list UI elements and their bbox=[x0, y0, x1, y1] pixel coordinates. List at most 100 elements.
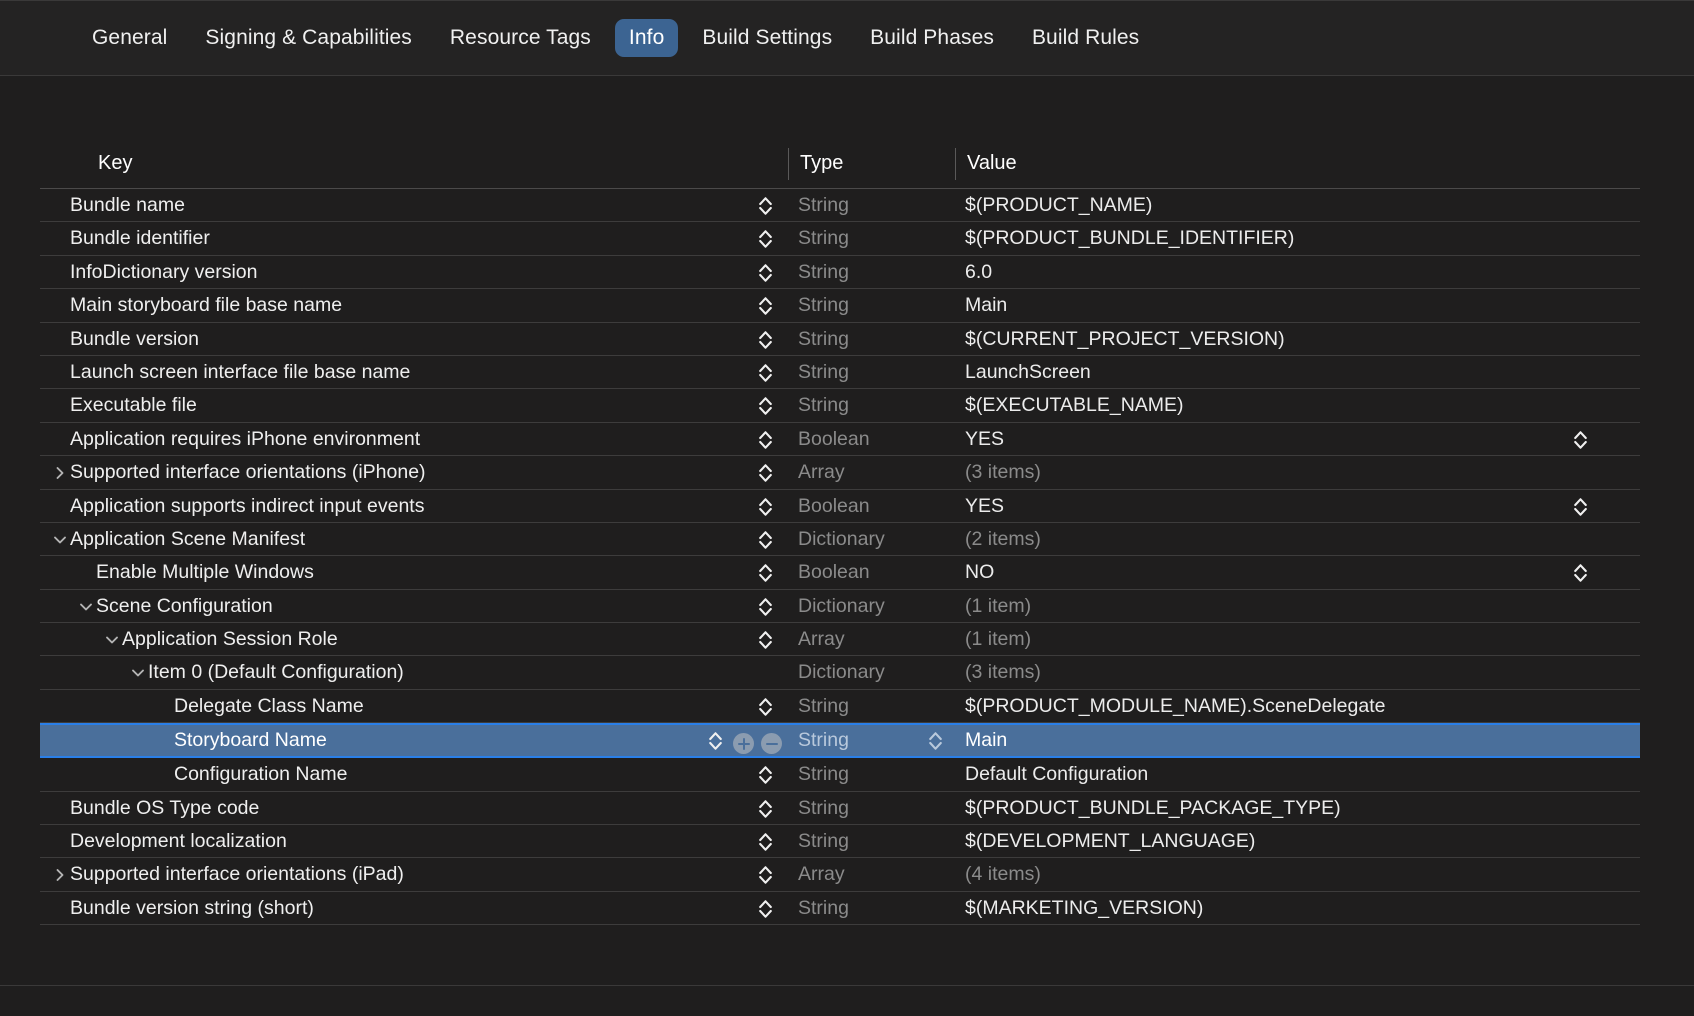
table-row[interactable]: Scene Configuration Dictionary (1 item) bbox=[40, 590, 1640, 624]
row-type-label[interactable]: Dictionary bbox=[798, 661, 885, 684]
row-key-label[interactable]: Launch screen interface file base name bbox=[70, 361, 410, 384]
row-key-label[interactable]: Application supports indirect input even… bbox=[70, 495, 424, 518]
row-type-label[interactable]: String bbox=[798, 194, 849, 217]
boolean-stepper-icon[interactable] bbox=[1573, 562, 1588, 584]
tab-info[interactable]: Info bbox=[614, 19, 679, 57]
key-stepper-icon[interactable] bbox=[758, 462, 773, 484]
key-stepper-icon[interactable] bbox=[758, 864, 773, 886]
row-key-label[interactable]: Main storyboard file base name bbox=[70, 294, 342, 317]
key-stepper-icon[interactable] bbox=[708, 730, 723, 752]
row-value-label[interactable]: $(MARKETING_VERSION) bbox=[965, 897, 1203, 920]
key-stepper-icon[interactable] bbox=[758, 262, 773, 284]
table-row[interactable]: Application Scene Manifest Dictionary (2 i… bbox=[40, 523, 1640, 557]
row-value-label[interactable]: $(CURRENT_PROJECT_VERSION) bbox=[965, 328, 1285, 351]
tab-signing-capabilities[interactable]: Signing & Capabilities bbox=[191, 19, 426, 57]
row-type-label[interactable]: String bbox=[798, 227, 849, 250]
key-stepper-icon[interactable] bbox=[758, 898, 773, 920]
table-row[interactable]: Development localization String $(DEVELOPM… bbox=[40, 825, 1640, 859]
row-type-label[interactable]: String bbox=[798, 897, 849, 920]
row-key-label[interactable]: Bundle OS Type code bbox=[70, 797, 259, 820]
chevron-down-icon[interactable] bbox=[104, 632, 120, 648]
row-key-label[interactable]: Executable file bbox=[70, 394, 197, 417]
row-key-label[interactable]: Application requires iPhone environment bbox=[70, 428, 420, 451]
row-type-label[interactable]: String bbox=[798, 394, 849, 417]
key-stepper-icon[interactable] bbox=[758, 329, 773, 351]
row-value-label[interactable]: (4 items) bbox=[965, 863, 1041, 886]
row-type-label[interactable]: Boolean bbox=[798, 561, 870, 584]
row-type-label[interactable]: String bbox=[798, 695, 849, 718]
row-key-label[interactable]: Scene Configuration bbox=[96, 595, 273, 618]
tab-build-settings[interactable]: Build Settings bbox=[688, 19, 846, 57]
row-key-label[interactable]: Bundle version bbox=[70, 328, 199, 351]
table-row[interactable]: Application supports indirect input even… bbox=[40, 490, 1640, 523]
row-key-label[interactable]: Bundle version string (short) bbox=[70, 897, 314, 920]
table-row[interactable]: Bundle version String $(CURRENT_PROJECT_VE… bbox=[40, 323, 1640, 356]
row-type-label[interactable]: String bbox=[798, 328, 849, 351]
row-value-label[interactable]: YES bbox=[965, 428, 1004, 451]
table-row[interactable]: Supported interface orientations (iPhone… bbox=[40, 456, 1640, 490]
row-type-label[interactable]: String bbox=[798, 797, 849, 820]
row-key-label[interactable]: Enable Multiple Windows bbox=[96, 561, 314, 584]
key-stepper-icon[interactable] bbox=[758, 696, 773, 718]
key-stepper-icon[interactable] bbox=[758, 228, 773, 250]
key-stepper-icon[interactable] bbox=[758, 629, 773, 651]
row-key-label[interactable]: Configuration Name bbox=[174, 763, 347, 786]
row-type-label[interactable]: Array bbox=[798, 461, 845, 484]
table-row[interactable]: Application requires iPhone environment B… bbox=[40, 423, 1640, 457]
row-value-label[interactable]: $(PRODUCT_NAME) bbox=[965, 194, 1152, 217]
row-value-label[interactable]: YES bbox=[965, 495, 1004, 518]
row-key-label[interactable]: Application Session Role bbox=[122, 628, 338, 651]
chevron-down-icon[interactable] bbox=[130, 665, 146, 681]
table-row[interactable]: Main storyboard file base name String Main bbox=[40, 289, 1640, 323]
row-type-label[interactable]: Array bbox=[798, 628, 845, 651]
row-value-label[interactable]: (1 item) bbox=[965, 628, 1031, 651]
row-key-label[interactable]: Development localization bbox=[70, 830, 287, 853]
key-stepper-icon[interactable] bbox=[758, 596, 773, 618]
table-row[interactable]: Launch screen interface file base name St… bbox=[40, 356, 1640, 390]
row-type-label[interactable]: String bbox=[798, 294, 849, 317]
table-row[interactable]: Enable Multiple Windows Boolean NO bbox=[40, 556, 1640, 590]
table-row[interactable]: Executable file String $(EXECUTABLE_NAME) bbox=[40, 389, 1640, 423]
column-header-type[interactable]: Type bbox=[800, 152, 843, 175]
tab-general[interactable]: General bbox=[78, 19, 181, 57]
row-type-label[interactable]: String bbox=[798, 361, 849, 384]
row-value-label[interactable]: $(PRODUCT_BUNDLE_IDENTIFIER) bbox=[965, 227, 1294, 250]
row-type-label[interactable]: String bbox=[798, 763, 849, 786]
row-key-label[interactable]: Delegate Class Name bbox=[174, 695, 364, 718]
row-key-label[interactable]: Application Scene Manifest bbox=[70, 528, 305, 551]
table-row[interactable]: Delegate Class Name String $(PRODUCT_MODUL… bbox=[40, 690, 1640, 724]
row-value-label[interactable]: (3 items) bbox=[965, 661, 1041, 684]
row-type-label[interactable]: String bbox=[798, 261, 849, 284]
row-value-label[interactable]: (1 item) bbox=[965, 595, 1031, 618]
row-type-label[interactable]: Dictionary bbox=[798, 595, 885, 618]
row-value-label[interactable]: Main bbox=[965, 729, 1007, 752]
row-value-label[interactable]: $(PRODUCT_MODULE_NAME).SceneDelegate bbox=[965, 695, 1385, 718]
row-type-label[interactable]: String bbox=[798, 729, 849, 752]
tab-resource-tags[interactable]: Resource Tags bbox=[436, 19, 605, 57]
row-value-label[interactable]: Default Configuration bbox=[965, 763, 1148, 786]
row-value-label[interactable]: $(EXECUTABLE_NAME) bbox=[965, 394, 1184, 417]
key-stepper-icon[interactable] bbox=[758, 395, 773, 417]
key-stepper-icon[interactable] bbox=[758, 798, 773, 820]
tab-build-rules[interactable]: Build Rules bbox=[1018, 19, 1153, 57]
row-key-label[interactable]: InfoDictionary version bbox=[70, 261, 258, 284]
row-type-label[interactable]: Boolean bbox=[798, 495, 870, 518]
key-stepper-icon[interactable] bbox=[758, 496, 773, 518]
key-stepper-icon[interactable] bbox=[758, 362, 773, 384]
tab-build-phases[interactable]: Build Phases bbox=[856, 19, 1008, 57]
key-stepper-icon[interactable] bbox=[758, 429, 773, 451]
row-value-label[interactable]: NO bbox=[965, 561, 994, 584]
key-stepper-icon[interactable] bbox=[758, 764, 773, 786]
row-value-label[interactable]: Main bbox=[965, 294, 1007, 317]
value-stepper-icon[interactable] bbox=[928, 730, 943, 752]
table-row[interactable]: Configuration Name String Default Configur… bbox=[40, 758, 1640, 792]
key-stepper-icon[interactable] bbox=[758, 529, 773, 551]
column-separator-value[interactable] bbox=[955, 148, 956, 180]
row-value-label[interactable]: LaunchScreen bbox=[965, 361, 1091, 384]
row-value-label[interactable]: $(PRODUCT_BUNDLE_PACKAGE_TYPE) bbox=[965, 797, 1341, 820]
row-key-label[interactable]: Bundle identifier bbox=[70, 227, 210, 250]
key-stepper-icon[interactable] bbox=[758, 295, 773, 317]
row-type-label[interactable]: String bbox=[798, 830, 849, 853]
chevron-right-icon[interactable] bbox=[52, 465, 68, 481]
table-row[interactable]: Application Session Role Array (1 item) bbox=[40, 623, 1640, 657]
